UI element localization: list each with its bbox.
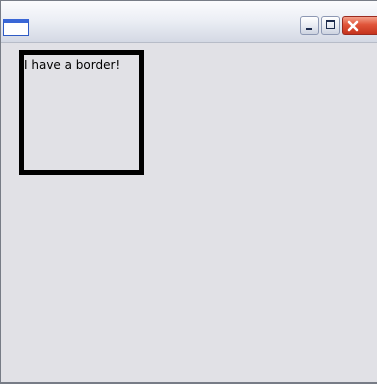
window-app-icon[interactable]: [3, 19, 29, 36]
window-content: I have a border!: [1, 43, 377, 383]
minimize-icon: [306, 28, 312, 30]
maximize-button[interactable]: [321, 16, 340, 35]
minimize-button[interactable]: [300, 16, 319, 35]
application-window: I have a border!: [0, 0, 377, 384]
bordered-panel-label: I have a border!: [24, 58, 121, 72]
close-icon: [347, 20, 359, 32]
close-button[interactable]: [342, 16, 377, 35]
title-bar[interactable]: [1, 1, 377, 43]
maximize-icon: [326, 20, 335, 29]
bordered-panel: I have a border!: [19, 50, 144, 175]
